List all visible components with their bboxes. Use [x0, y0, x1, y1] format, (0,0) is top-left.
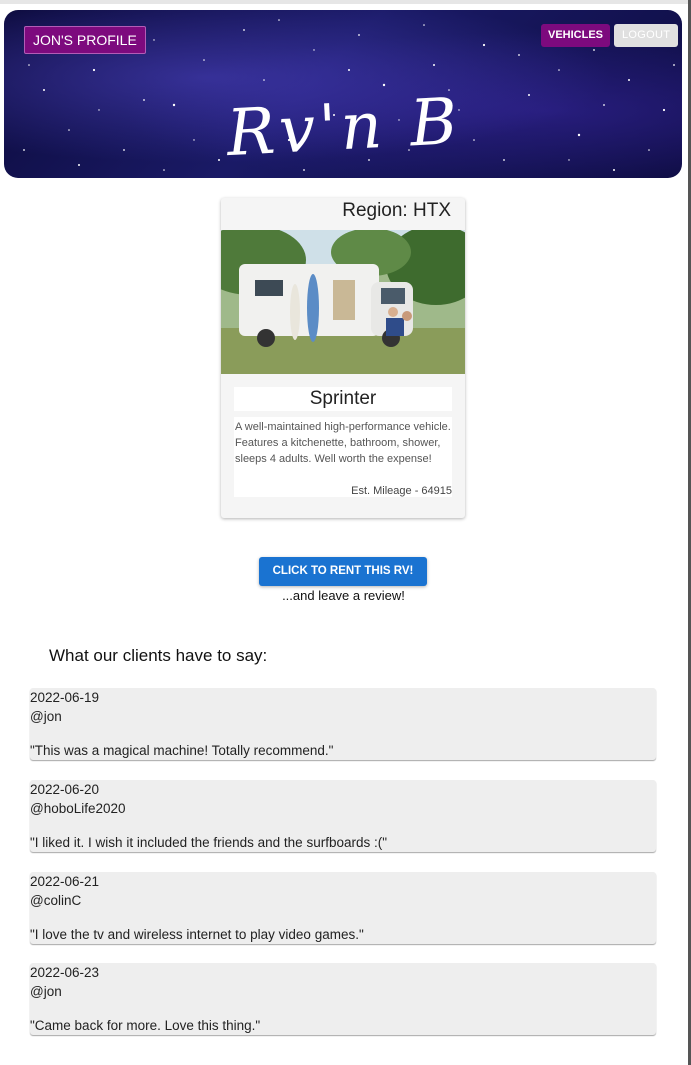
rv-camper-illustration — [221, 230, 465, 374]
review-user: @hoboLife2020 — [30, 801, 126, 816]
rv-mileage: Est. Mileage - 64915 — [351, 485, 452, 497]
review-text: "Came back for more. Love this thing." — [30, 1018, 261, 1033]
review-date: 2022-06-20 — [30, 782, 100, 797]
review-text: "I love the tv and wireless internet to … — [30, 927, 364, 942]
review-card: 2022-06-21 @colinC "I love the tv and wi… — [30, 872, 656, 944]
logout-button[interactable]: LOGOUT — [614, 24, 679, 47]
review-text: "I liked it. I wish it included the frie… — [30, 835, 388, 850]
rent-rv-button[interactable]: CLICK TO RENT THIS RV! — [259, 557, 427, 586]
starry-header-banner: JON'S PROFILE VEHICLES LOGOUT Rv'n B — [4, 10, 682, 178]
rv-photo — [221, 230, 465, 374]
leave-review-text: ...and leave a review! — [282, 588, 405, 603]
vehicles-nav-button[interactable]: VEHICLES — [541, 24, 611, 47]
rv-title: Sprinter — [234, 387, 452, 411]
review-card: 2022-06-20 @hoboLife2020 "I liked it. I … — [30, 780, 656, 852]
review-user: @jon — [30, 709, 62, 724]
rv-listing-card: Region: HTX Sprinter A well-maintained h… — [221, 198, 465, 518]
reviews-heading: What our clients have to say: — [49, 646, 268, 665]
review-user: @colinC — [30, 893, 82, 908]
profile-button[interactable]: JON'S PROFILE — [24, 26, 146, 54]
review-text: "This was a magical machine! Totally rec… — [30, 743, 334, 758]
review-date: 2022-06-19 — [30, 690, 100, 705]
review-card: 2022-06-23 @jon "Came back for more. Lov… — [30, 963, 656, 1035]
site-logo: Rv'n B — [224, 84, 464, 172]
rv-description: A well-maintained high-performance vehic… — [235, 421, 451, 465]
review-user: @jon — [30, 984, 62, 999]
top-border — [0, 0, 688, 4]
review-card: 2022-06-19 @jon "This was a magical mach… — [30, 688, 656, 760]
review-date: 2022-06-23 — [30, 965, 100, 980]
rv-description-box: A well-maintained high-performance vehic… — [234, 417, 452, 497]
region-label: Region: HTX — [342, 200, 451, 221]
review-date: 2022-06-21 — [30, 874, 100, 889]
